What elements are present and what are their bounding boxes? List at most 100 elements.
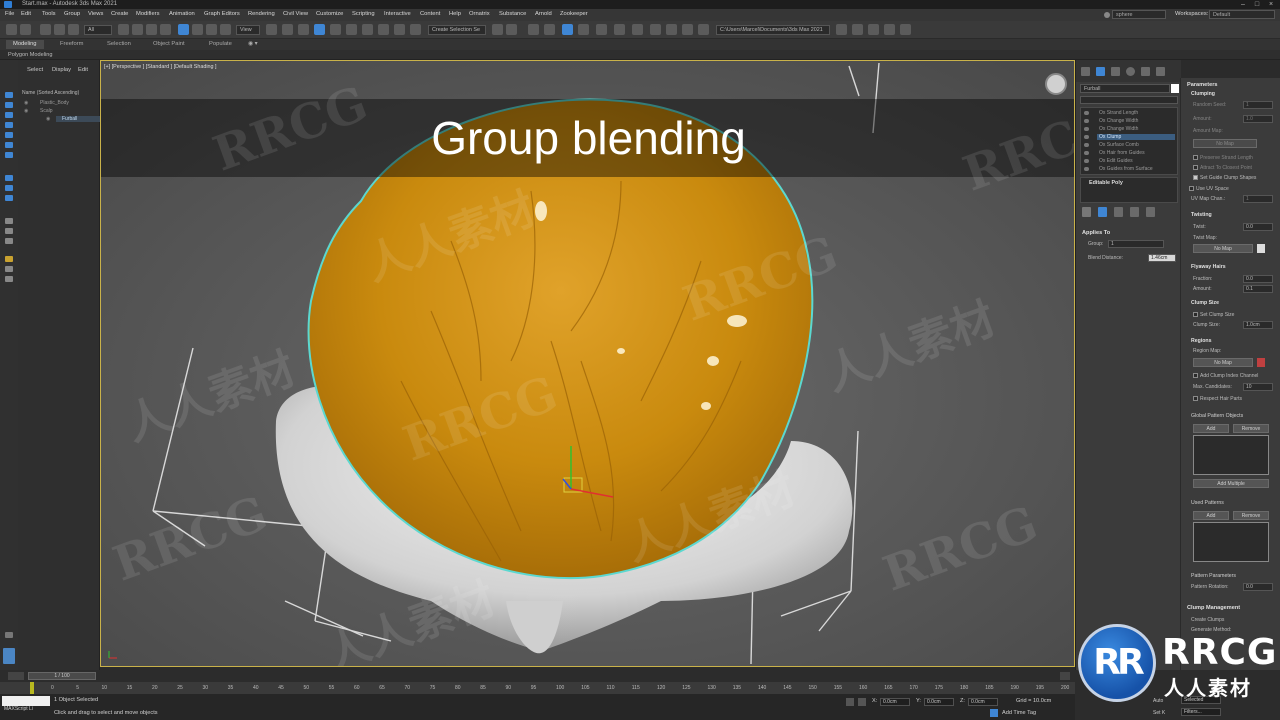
- applies-to-header[interactable]: Applies To: [1082, 230, 1110, 236]
- a360-gallery-icon[interactable]: [666, 24, 677, 35]
- polygon-modeling-label[interactable]: Polygon Modeling: [8, 52, 52, 58]
- use-uv-space-checkbox[interactable]: [1189, 186, 1194, 191]
- explorer-item-scalp[interactable]: Scalp: [40, 108, 53, 114]
- menu-edit[interactable]: Edit: [21, 11, 31, 17]
- create-tab-icon[interactable]: [1081, 67, 1090, 76]
- motion-tab-icon[interactable]: [1126, 67, 1135, 76]
- menu-modifiers[interactable]: Modifiers: [136, 11, 160, 17]
- pivot-center-icon[interactable]: [266, 24, 277, 35]
- link-icon[interactable]: [40, 24, 51, 35]
- eye-icon[interactable]: [1084, 111, 1089, 115]
- used-patterns-remove-button[interactable]: Remove: [1233, 511, 1269, 520]
- modifier-item[interactable]: Ox Edit Guides: [1099, 158, 1133, 164]
- amount-map-button[interactable]: No Map: [1193, 139, 1257, 148]
- angle-snap-icon[interactable]: [330, 24, 341, 35]
- explorer-tab-select[interactable]: Select: [27, 67, 43, 73]
- remove-modifier-icon[interactable]: [1130, 207, 1139, 217]
- object-name-field[interactable]: Furball: [1080, 84, 1170, 93]
- unlink-icon[interactable]: [54, 24, 65, 35]
- keyboard-shortcut-icon[interactable]: [298, 24, 309, 35]
- layer-icon[interactable]: [5, 276, 13, 282]
- make-unique-icon[interactable]: [1114, 207, 1123, 217]
- respect-hair-parts-checkbox[interactable]: [1193, 396, 1198, 401]
- clump-size-field[interactable]: 1.0cm: [1243, 321, 1273, 329]
- maximize-icon[interactable]: □: [1250, 0, 1264, 9]
- script-icon[interactable]: [868, 24, 879, 35]
- used-patterns-add-button[interactable]: Add: [1193, 511, 1229, 520]
- mirror-icon[interactable]: [394, 24, 405, 35]
- user-dropdown[interactable]: sphere: [1112, 10, 1166, 19]
- group-field[interactable]: 1: [1108, 240, 1164, 248]
- maxscript-label[interactable]: MAXScript Li: [4, 706, 33, 712]
- time-cursor[interactable]: [30, 682, 34, 694]
- display-cameras-icon[interactable]: [5, 132, 13, 138]
- hierarchy-tab-icon[interactable]: [1111, 67, 1120, 76]
- modifier-item[interactable]: Ox Guides from Surface: [1099, 166, 1153, 172]
- filters-button[interactable]: Filters...: [1181, 708, 1221, 716]
- visibility-icon[interactable]: ◉: [46, 116, 50, 122]
- eye-icon[interactable]: [1084, 159, 1089, 163]
- menu-group[interactable]: Group: [64, 11, 80, 17]
- tab-object-paint[interactable]: Object Paint: [153, 41, 185, 47]
- lock-selection-icon[interactable]: [846, 698, 854, 706]
- prev-frame-icon[interactable]: [8, 672, 24, 680]
- global-pattern-list[interactable]: [1193, 435, 1269, 475]
- explorer-toggle-icon[interactable]: [3, 648, 15, 664]
- configure-modifier-sets-icon[interactable]: [1146, 207, 1155, 217]
- add-time-tag[interactable]: Add Time Tag: [1002, 710, 1036, 716]
- placement-icon[interactable]: [220, 24, 231, 35]
- menu-substance[interactable]: Substance: [499, 11, 526, 17]
- modify-tab-icon[interactable]: [1096, 67, 1105, 76]
- select-move-icon[interactable]: [178, 24, 189, 35]
- align-icon[interactable]: [410, 24, 421, 35]
- menu-zookeeper[interactable]: Zookeeper: [560, 11, 588, 17]
- menu-views[interactable]: Views: [88, 11, 103, 17]
- eye-icon[interactable]: [1084, 151, 1089, 155]
- modifier-item[interactable]: Ox Change Width: [1099, 118, 1138, 124]
- time-slider[interactable]: 1 / 100: [0, 670, 1075, 682]
- menu-content[interactable]: Content: [420, 11, 440, 17]
- display-groups-icon[interactable]: [5, 175, 13, 181]
- open-folder-icon[interactable]: [698, 24, 709, 35]
- add-clump-index-checkbox[interactable]: [1193, 373, 1198, 378]
- viewcube-icon[interactable]: [1045, 73, 1067, 95]
- explorer-tab-edit[interactable]: Edit: [78, 67, 88, 73]
- select-object-icon[interactable]: [118, 24, 129, 35]
- visibility-icon[interactable]: ◉: [24, 108, 28, 114]
- tab-selection[interactable]: Selection: [107, 41, 131, 47]
- arnold-render-icon[interactable]: [682, 24, 693, 35]
- tab-populate[interactable]: Populate: [209, 41, 232, 47]
- material-editor-icon[interactable]: [578, 24, 589, 35]
- menu-arnold[interactable]: Arnold: [535, 11, 552, 17]
- select-by-name-icon[interactable]: [132, 24, 143, 35]
- explorer-item-plastic-body[interactable]: Plastic_Body: [40, 100, 69, 106]
- add-time-tag-icon[interactable]: [990, 709, 998, 717]
- display-tab-icon[interactable]: [1141, 67, 1150, 76]
- tab-freeform[interactable]: Freeform: [60, 41, 84, 47]
- global-pattern-header[interactable]: Global Pattern Objects: [1191, 413, 1243, 419]
- random-seed-field[interactable]: 1: [1243, 101, 1273, 109]
- rect-region-icon[interactable]: [146, 24, 157, 35]
- explorer-tab-display[interactable]: Display: [52, 67, 71, 73]
- menu-animation[interactable]: Animation: [169, 11, 195, 17]
- minimize-icon[interactable]: –: [1236, 0, 1250, 9]
- pattern-parameters-header[interactable]: Pattern Parameters: [1191, 573, 1236, 579]
- next-frame-icon[interactable]: [1060, 672, 1070, 680]
- global-pattern-remove-button[interactable]: Remove: [1233, 424, 1269, 433]
- base-object[interactable]: Editable Poly: [1080, 177, 1178, 203]
- select-scale-icon[interactable]: [206, 24, 217, 35]
- display-helpers-icon[interactable]: [5, 142, 13, 148]
- display-xrefs-icon[interactable]: [5, 185, 13, 191]
- modifier-item-selected[interactable]: Ox Clump: [1097, 134, 1175, 140]
- preserve-strand-length-checkbox[interactable]: [1193, 155, 1198, 160]
- menu-civil-view[interactable]: Civil View: [283, 11, 308, 17]
- schematic-view-icon[interactable]: [562, 24, 573, 35]
- eye-icon[interactable]: [1084, 135, 1089, 139]
- reference-coord-dropdown[interactable]: View: [236, 25, 260, 35]
- ornatrix-groom-icon[interactable]: [900, 24, 911, 35]
- display-none-icon[interactable]: [5, 92, 13, 98]
- add-multiple-button[interactable]: Add Multiple: [1193, 479, 1269, 488]
- workspace-dropdown[interactable]: Default: [1209, 10, 1275, 19]
- twist-map-button[interactable]: No Map: [1193, 244, 1253, 253]
- find-icon[interactable]: [5, 266, 13, 272]
